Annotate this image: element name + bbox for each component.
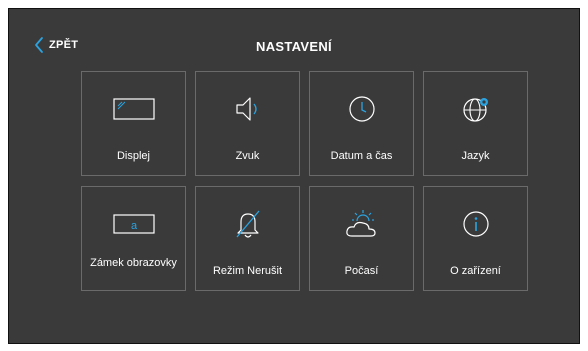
tile-label: O zařízení bbox=[450, 265, 501, 277]
tile-do-not-disturb[interactable]: Režim Nerušit bbox=[195, 186, 300, 291]
tile-label: Datum a čas bbox=[330, 150, 393, 162]
page-title: NASTAVENÍ bbox=[256, 39, 332, 54]
tile-label: Displej bbox=[116, 150, 150, 162]
tile-screen-lock[interactable]: a Zámek obrazovky bbox=[81, 186, 186, 291]
tile-datetime[interactable]: Datum a čas bbox=[309, 71, 414, 176]
tile-about-device[interactable]: O zařízení bbox=[423, 186, 528, 291]
bell-off-icon bbox=[196, 207, 299, 241]
tile-weather[interactable]: Počasí bbox=[309, 186, 414, 291]
tile-label: Jazyk bbox=[461, 150, 490, 162]
svg-text:a: a bbox=[130, 220, 137, 232]
tile-label: Zvuk bbox=[235, 150, 260, 162]
info-icon bbox=[424, 207, 527, 241]
weather-icon bbox=[310, 207, 413, 241]
tile-language[interactable]: Jazyk bbox=[423, 71, 528, 176]
settings-screen: ZPĚT NASTAVENÍ Displej Zvuk Datum a čas … bbox=[8, 8, 580, 344]
settings-grid: Displej Zvuk Datum a čas Jazyk a Zámek o… bbox=[81, 71, 528, 291]
clock-icon bbox=[310, 92, 413, 126]
globe-icon bbox=[424, 92, 527, 126]
display-icon bbox=[82, 92, 185, 126]
tile-sound[interactable]: Zvuk bbox=[195, 71, 300, 176]
tile-display[interactable]: Displej bbox=[81, 71, 186, 176]
tile-label: Zámek obrazovky bbox=[90, 257, 177, 269]
screen-lock-icon: a bbox=[82, 207, 185, 241]
tile-label: Počasí bbox=[344, 265, 379, 277]
tile-label: Režim Nerušit bbox=[212, 265, 283, 277]
speaker-icon bbox=[196, 92, 299, 126]
